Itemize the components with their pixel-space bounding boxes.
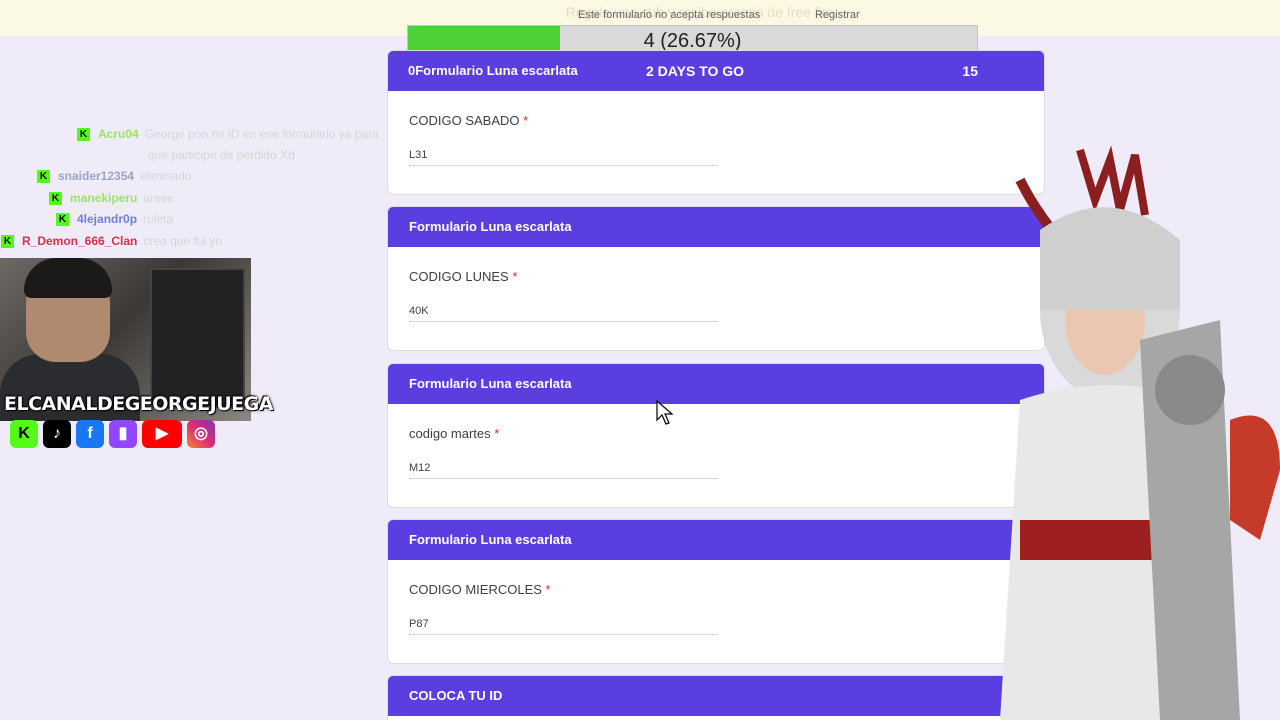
required-marker: * [494, 426, 500, 441]
mouse-cursor-icon [656, 400, 674, 425]
form-card-header: Formulario Luna escarlata [388, 364, 1044, 404]
background-shelf [150, 268, 245, 408]
kick-badge-icon: K [77, 128, 90, 142]
chat-text: areee [143, 191, 175, 205]
chat-username: manekiperu [70, 191, 138, 205]
form-card-header: Formulario Luna escarlata [388, 207, 1044, 247]
form-card-id: COLOCA TU ID [387, 675, 1045, 720]
facebook-icon: f [76, 420, 104, 448]
twitch-icon: ▮ [109, 420, 137, 448]
form-card-sabado: 0Formulario Luna escarlata 2 DAYS TO GO … [387, 50, 1045, 195]
streamer-hair [24, 258, 112, 298]
question-label: CODIGO SABADO * [409, 113, 529, 128]
register-link[interactable]: Registrar [815, 9, 860, 21]
tiktok-icon: ♪ [43, 420, 71, 448]
required-marker: * [545, 582, 551, 597]
kick-badge-icon: K [37, 170, 50, 184]
chat-message: Ksnaider12354 eliminado [37, 168, 191, 184]
form-card-title: COLOCA TU ID [409, 688, 503, 703]
required-marker: * [523, 113, 529, 128]
chat-username: snaider12354 [58, 169, 135, 183]
question-label: codigo martes * [409, 426, 500, 441]
answer-field[interactable]: P87 [409, 618, 717, 635]
form-closed-notice: Este formulario no acepta respuestas [578, 9, 761, 21]
count-label: 15 [962, 63, 978, 79]
chat-text: ruleta [143, 212, 174, 226]
channel-name: ELCANALDEGEORGEJUEGA [4, 393, 273, 415]
kick-badge-icon: K [49, 192, 62, 206]
chat-username: Acru04 [98, 127, 139, 141]
form-card-title: Formulario Luna escarlata [415, 63, 578, 78]
kick-badge-icon: K [1, 235, 14, 249]
youtube-icon: ▶ [142, 420, 182, 448]
chat-username: R_Demon_666_Clan [22, 234, 138, 248]
form-card-title: Formulario Luna escarlata [409, 532, 572, 547]
chat-text: George pon mi ID en ese formulario ya pa… [144, 127, 379, 141]
kick-badge-icon: K [56, 213, 69, 227]
form-card-title: Formulario Luna escarlata [409, 219, 572, 234]
form-card-header: Formulario Luna escarlata [388, 520, 1044, 560]
countdown-label: 2 DAYS TO GO [646, 63, 745, 79]
form-card-martes: Formulario Luna escarlata codigo martes … [387, 363, 1045, 508]
question-label: CODIGO LUNES * [409, 269, 518, 284]
question-label: CODIGO MIERCOLES * [409, 582, 551, 597]
chat-username: 4lejandr0p [77, 212, 138, 226]
form-card-header: 0Formulario Luna escarlata 2 DAYS TO GO … [388, 51, 1044, 91]
chat-message: Kmanekiperu areee [49, 190, 174, 206]
kick-icon: K [10, 420, 38, 448]
required-marker: * [512, 269, 518, 284]
form-card-header: COLOCA TU ID [388, 676, 1044, 716]
answer-field[interactable]: M12 [409, 462, 717, 479]
chat-message-continued: que participe de perdido Xd [148, 147, 295, 163]
form-card-miercoles: Formulario Luna escarlata CODIGO MIERCOL… [387, 519, 1045, 664]
chat-text: que participe de perdido Xd [148, 148, 295, 162]
answer-field[interactable]: 40K [409, 305, 717, 322]
chat-text: creo que fui yo [143, 234, 223, 248]
form-card-title: Formulario Luna escarlata [409, 376, 572, 391]
chat-message: K Acru04 George pon mi ID en ese formulari… [77, 126, 379, 142]
form-card-lunes: Formulario Luna escarlata CODIGO LUNES *… [387, 206, 1045, 351]
chat-text: eliminado [140, 169, 192, 183]
instagram-icon: ◎ [187, 420, 215, 448]
chat-message: K 4lejandr0p ruleta [56, 211, 173, 227]
chat-message: K R_Demon_666_Clan creo que fui yo [1, 233, 222, 249]
answer-field[interactable]: L31 [409, 149, 717, 166]
game-character-art [1000, 145, 1280, 720]
